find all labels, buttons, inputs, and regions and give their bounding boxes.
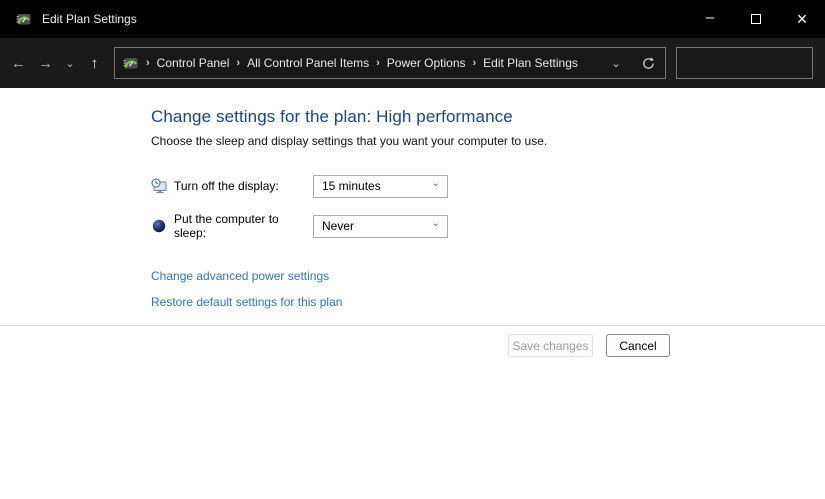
chevron-down-icon: ⌄	[431, 177, 440, 189]
minimize-button[interactable]: –	[687, 0, 733, 38]
edit-plan-settings-window: Edit Plan Settings – × ← → ⌄ ↑ › Control…	[0, 0, 825, 499]
back-button[interactable]: ←	[5, 48, 32, 78]
window-title: Edit Plan Settings	[42, 12, 137, 26]
display-select-value: 15 minutes	[322, 179, 381, 193]
power-options-app-icon	[16, 11, 32, 27]
refresh-icon	[642, 56, 654, 69]
sleep-setting-label: Put the computer to sleep:	[174, 212, 279, 240]
change-advanced-power-settings-link[interactable]: Change advanced power settings	[151, 269, 329, 283]
setting-row-sleep: Put the computer to sleep: Never ⌄	[151, 212, 825, 240]
chevron-down-icon: ⌄	[431, 217, 440, 229]
recent-locations-button[interactable]: ⌄	[59, 48, 81, 78]
restore-default-settings-link[interactable]: Restore default settings for this plan	[151, 295, 342, 309]
put-computer-to-sleep-select[interactable]: Never ⌄	[313, 214, 448, 238]
setting-row-display: Turn off the display: 15 minutes ⌄	[151, 174, 825, 198]
close-icon: ×	[796, 8, 808, 29]
page-title: Change settings for the plan: High perfo…	[151, 107, 513, 126]
display-clock-icon	[151, 178, 167, 194]
breadcrumb-chevron-icon: ›	[236, 57, 241, 69]
settings-list: Turn off the display: 15 minutes ⌄ Put t…	[151, 174, 825, 240]
turn-off-display-select[interactable]: 15 minutes ⌄	[313, 174, 448, 198]
maximize-button[interactable]	[733, 0, 779, 38]
up-button[interactable]: ↑	[81, 48, 108, 78]
breadcrumb-chevron-icon: ›	[472, 57, 477, 69]
minimize-icon: –	[705, 8, 715, 26]
breadcrumb-chevron-icon: ›	[376, 57, 380, 69]
titlebar: Edit Plan Settings – ×	[0, 0, 825, 38]
links-section: Change advanced power settings Restore d…	[151, 269, 825, 309]
address-bar[interactable]: › Control Panel › All Control Panel Item…	[114, 47, 666, 79]
cancel-button[interactable]: Cancel	[606, 334, 670, 357]
maximize-icon	[751, 14, 761, 24]
close-button[interactable]: ×	[779, 0, 825, 38]
chevron-down-icon: ⌄	[611, 57, 621, 70]
back-arrow-icon: ←	[11, 54, 26, 72]
breadcrumb-control-panel[interactable]: Control Panel	[157, 56, 230, 70]
breadcrumb-all-control-panel-items[interactable]: All Control Panel Items	[247, 56, 369, 70]
breadcrumb-edit-plan-settings[interactable]: Edit Plan Settings	[483, 56, 578, 70]
chevron-down-icon: ⌄	[65, 57, 75, 70]
breadcrumb-power-options[interactable]: Power Options	[387, 56, 466, 70]
forward-arrow-icon: →	[38, 54, 53, 72]
sleep-select-value: Never	[322, 219, 355, 233]
up-arrow-icon: ↑	[90, 54, 99, 72]
display-setting-label: Turn off the display:	[174, 179, 279, 193]
refresh-button[interactable]	[631, 56, 665, 71]
save-changes-button[interactable]: Save changes	[508, 334, 593, 357]
sleep-icon	[151, 218, 167, 234]
forward-button[interactable]: →	[32, 48, 59, 78]
search-input[interactable]	[677, 48, 825, 78]
page-subtitle: Choose the sleep and display settings th…	[151, 134, 548, 148]
navigation-bar: ← → ⌄ ↑ › Control Panel › All Control Pa…	[0, 38, 825, 88]
search-box	[676, 47, 825, 79]
breadcrumb-chevron-icon: ›	[146, 57, 150, 69]
main-content: Change settings for the plan: High perfo…	[0, 88, 825, 309]
window-controls: – ×	[687, 0, 825, 38]
address-dropdown-button[interactable]: ⌄	[601, 57, 631, 70]
power-options-breadcrumb-icon	[123, 55, 139, 71]
footer-buttons: Save changes Cancel	[0, 326, 825, 357]
